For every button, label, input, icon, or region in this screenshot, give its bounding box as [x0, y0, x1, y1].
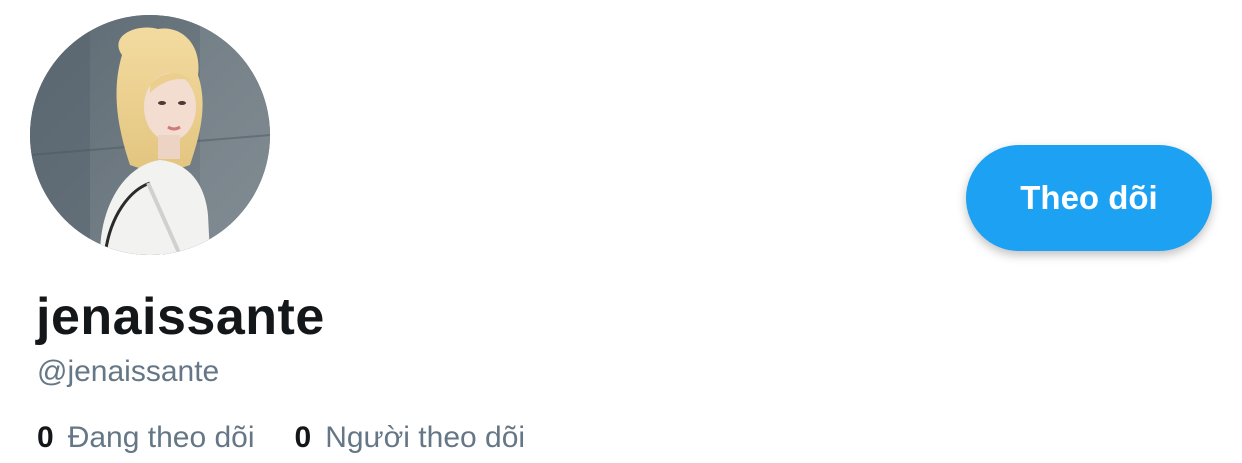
following-count: 0	[37, 421, 54, 454]
follow-button[interactable]: Theo dõi	[966, 145, 1212, 251]
followers-count: 0	[294, 421, 312, 454]
display-name: jenaissante	[36, 288, 325, 346]
avatar[interactable]	[30, 15, 270, 255]
username-handle: @jenaissante	[37, 355, 220, 388]
following-stat[interactable]: 0 Đang theo dõi	[37, 418, 255, 458]
followers-label: Người theo dõi	[325, 421, 526, 454]
avatar-photo	[30, 15, 270, 255]
following-label: Đang theo dõi	[67, 421, 255, 454]
profile-stats: 0 Đang theo dõi 0 Người theo dõi	[37, 418, 565, 458]
followers-stat[interactable]: 0 Người theo dõi	[295, 418, 526, 458]
